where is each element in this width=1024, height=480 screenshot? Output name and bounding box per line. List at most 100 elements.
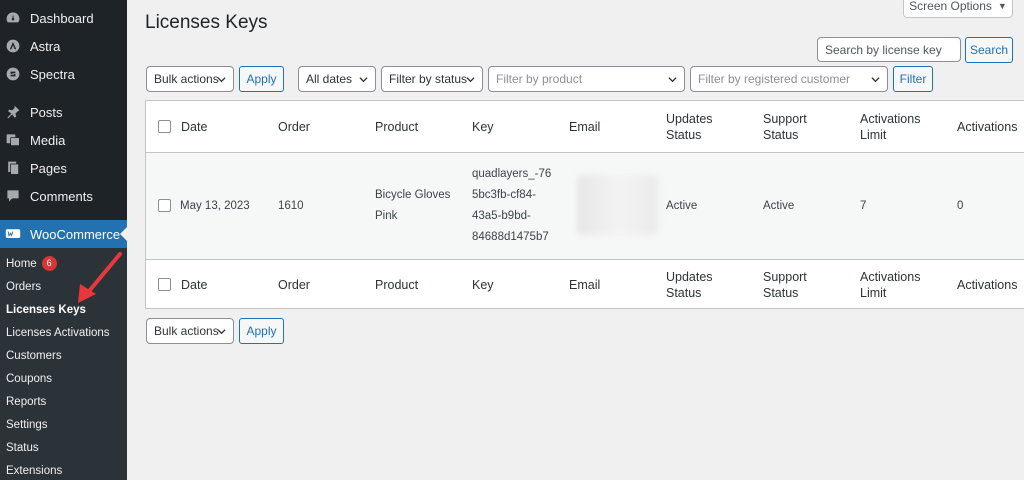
- column-support-status: Support Status: [763, 260, 828, 309]
- submenu-home[interactable]: Home 6: [0, 252, 127, 275]
- bulk-actions-select-bottom[interactable]: Bulk actions: [146, 318, 234, 344]
- cell-product[interactable]: Bicycle Gloves Pink: [375, 153, 455, 259]
- bulk-actions-select[interactable]: Bulk actions: [146, 66, 234, 92]
- submenu-reports[interactable]: Reports: [0, 391, 127, 414]
- cell-activations: 0: [957, 153, 963, 259]
- column-date[interactable]: Date: [181, 101, 207, 152]
- media-icon: [4, 131, 22, 149]
- product-link-line[interactable]: Pink: [375, 206, 397, 227]
- submenu-label: Orders: [6, 280, 42, 293]
- row-checkbox[interactable]: [158, 199, 171, 212]
- menu-dashboard[interactable]: Dashboard: [0, 4, 127, 32]
- column-date-label: Date: [181, 119, 208, 134]
- column-product-label: Product: [375, 119, 419, 134]
- key-link-line[interactable]: quadlayers_-76: [472, 164, 551, 185]
- column-activations-label: Activations: [957, 277, 1018, 292]
- filter-button[interactable]: Filter: [893, 66, 933, 92]
- submenu-licenses-keys[interactable]: Licenses Keys: [0, 298, 127, 321]
- submenu-label: Reports: [6, 396, 47, 409]
- screen-options-label: Screen Options: [909, 0, 992, 13]
- date-filter-value: All dates: [306, 72, 353, 86]
- column-email-label: Email: [569, 277, 601, 292]
- select-all-checkbox-footer[interactable]: [158, 277, 171, 291]
- submenu-customers[interactable]: Customers: [0, 344, 127, 367]
- submenu-status[interactable]: Status: [0, 437, 127, 460]
- page-title: Licenses Keys: [145, 12, 268, 33]
- column-updates-status: Updates Status: [666, 101, 736, 152]
- bulk-actions-value: Bulk actions: [154, 72, 219, 86]
- menu-pages[interactable]: Pages: [0, 154, 127, 182]
- cell-updates-status: Active: [666, 153, 697, 259]
- customer-filter-select[interactable]: Filter by registered customer: [690, 66, 888, 92]
- apply-button[interactable]: Apply: [239, 66, 284, 92]
- search-button[interactable]: Search: [965, 37, 1013, 63]
- column-support-status-label: Support Status: [763, 269, 807, 300]
- admin-sidebar: Dashboard Astra Spectra Posts Media Page…: [0, 0, 127, 480]
- submenu-label: Extensions: [6, 465, 63, 478]
- column-support-status-label: Support Status: [763, 111, 807, 142]
- column-key: Key: [472, 101, 494, 152]
- column-order[interactable]: Order: [278, 260, 310, 309]
- search-input[interactable]: [817, 37, 961, 62]
- column-order-label: Order: [278, 119, 310, 134]
- key-link-line[interactable]: 5bc3fb-cf84-: [472, 185, 536, 206]
- submenu-orders[interactable]: Orders: [0, 275, 127, 298]
- column-support-status: Support Status: [763, 101, 828, 152]
- date-value: May 13, 2023: [180, 200, 250, 212]
- key-link-line[interactable]: 84688d1475b7: [472, 227, 549, 248]
- screen-options-button[interactable]: Screen Options ▼: [903, 0, 1013, 18]
- submenu-label: Customers: [6, 349, 62, 362]
- chevron-down-icon: [217, 329, 226, 335]
- column-activations-limit: Activations Limit: [860, 260, 930, 309]
- column-key-label: Key: [472, 277, 494, 292]
- key-link-line[interactable]: 43a5-b9bd-: [472, 206, 531, 227]
- product-link-line[interactable]: Bicycle Gloves: [375, 185, 450, 206]
- menu-media[interactable]: Media: [0, 126, 127, 154]
- cell-order[interactable]: 1610: [278, 153, 304, 259]
- email-redacted: [577, 175, 659, 235]
- chevron-down-icon: [668, 77, 677, 83]
- date-filter-select[interactable]: All dates: [298, 66, 376, 92]
- bulk-actions-value: Bulk actions: [154, 324, 219, 338]
- column-activations[interactable]: Activations: [957, 101, 1017, 152]
- column-key: Key: [472, 260, 494, 309]
- column-order-label: Order: [278, 277, 310, 292]
- activations-limit-value: 7: [860, 200, 867, 212]
- menu-label: Dashboard: [30, 10, 94, 26]
- menu-astra[interactable]: Astra: [0, 32, 127, 60]
- apply-button-bottom[interactable]: Apply: [239, 318, 284, 344]
- status-filter-select[interactable]: Filter by status: [381, 66, 483, 92]
- menu-posts[interactable]: Posts: [0, 98, 127, 126]
- column-order[interactable]: Order: [278, 101, 310, 152]
- licenses-table: Date Order Product Key Email Updates Sta…: [145, 100, 1024, 309]
- column-updates-status-label: Updates Status: [666, 111, 713, 142]
- column-product: Product: [375, 260, 418, 309]
- submenu-settings[interactable]: Settings: [0, 414, 127, 437]
- column-activations[interactable]: Activations: [957, 260, 1017, 309]
- select-all-checkbox[interactable]: [158, 119, 171, 133]
- submenu-label: Licenses Activations: [6, 326, 110, 339]
- column-activations-limit: Activations Limit: [860, 101, 930, 152]
- product-filter-value: Filter by product: [496, 72, 583, 86]
- menu-label: Comments: [30, 188, 93, 204]
- menu-spectra[interactable]: Spectra: [0, 60, 127, 88]
- cell-date: May 13, 2023: [180, 153, 250, 259]
- column-date[interactable]: Date: [181, 260, 207, 309]
- menu-label: Pages: [30, 160, 67, 176]
- order-link[interactable]: 1610: [278, 198, 304, 214]
- column-date-label: Date: [181, 277, 208, 292]
- dashboard-icon: [4, 9, 22, 27]
- woocommerce-submenu: Home 6 Orders Licenses Keys Licenses Act…: [0, 248, 127, 480]
- submenu-licenses-activations[interactable]: Licenses Activations: [0, 321, 127, 344]
- table-row: May 13, 2023 1610 Bicycle Gloves Pink qu…: [146, 153, 1024, 259]
- submenu-coupons[interactable]: Coupons: [0, 367, 127, 390]
- submenu-extensions[interactable]: Extensions: [0, 460, 127, 480]
- apply-label: Apply: [246, 72, 277, 86]
- cell-key[interactable]: quadlayers_-76 5bc3fb-cf84- 43a5-b9bd- 8…: [472, 153, 562, 259]
- column-key-label: Key: [472, 119, 494, 134]
- menu-woocommerce[interactable]: WooCommerce: [0, 220, 127, 248]
- activations-value: 0: [957, 200, 964, 212]
- menu-comments[interactable]: Comments: [0, 182, 127, 210]
- product-filter-select[interactable]: Filter by product: [488, 66, 685, 92]
- column-email: Email: [569, 260, 600, 309]
